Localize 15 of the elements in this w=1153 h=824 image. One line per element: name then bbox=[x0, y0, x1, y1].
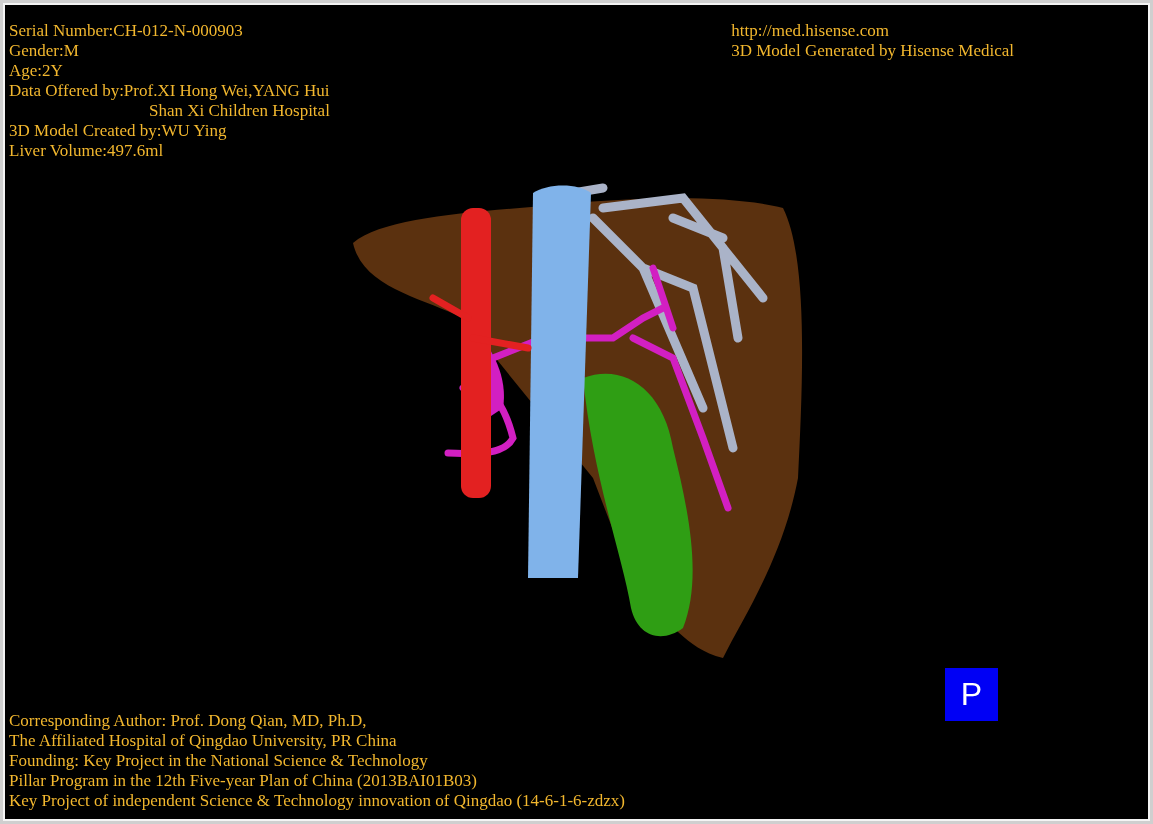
info-text: http://med.hisense.com bbox=[731, 21, 890, 41]
info-text: 3D Model Generated by Hisense Medical bbox=[731, 41, 1014, 61]
credit-text: Pillar Program in the 12th Five-year Plan of China (2013BAI01B03) bbox=[9, 771, 478, 791]
credit-text: Corresponding Author: Prof. Dong Qian, MD, Ph.D, bbox=[9, 711, 368, 731]
info-text: Shan Xi Children Hospital bbox=[148, 101, 330, 121]
info-text: Age:2Y bbox=[9, 61, 64, 81]
info-text: Data Offered by:Prof.XI Hong Wei,YANG Hui bbox=[9, 81, 330, 101]
credit-text: The Affiliated Hospital of Qingdao University, PR China bbox=[9, 731, 398, 751]
info-text: Serial Number:CH-012-N-000903 bbox=[9, 21, 244, 41]
info-text: Gender:M bbox=[9, 41, 80, 61]
credit-text: Key Project of independent Science & Technology innovation of Qingdao (14-6-1-6-zdzx) bbox=[9, 791, 625, 811]
orientation-cube: P bbox=[945, 668, 998, 721]
credit-text: Founding: Key Project in the National Science & Technology bbox=[9, 751, 429, 771]
info-text: Liver Volume:497.6ml bbox=[9, 141, 165, 161]
info-text: 3D Model Created by:WU Ying bbox=[9, 121, 228, 141]
